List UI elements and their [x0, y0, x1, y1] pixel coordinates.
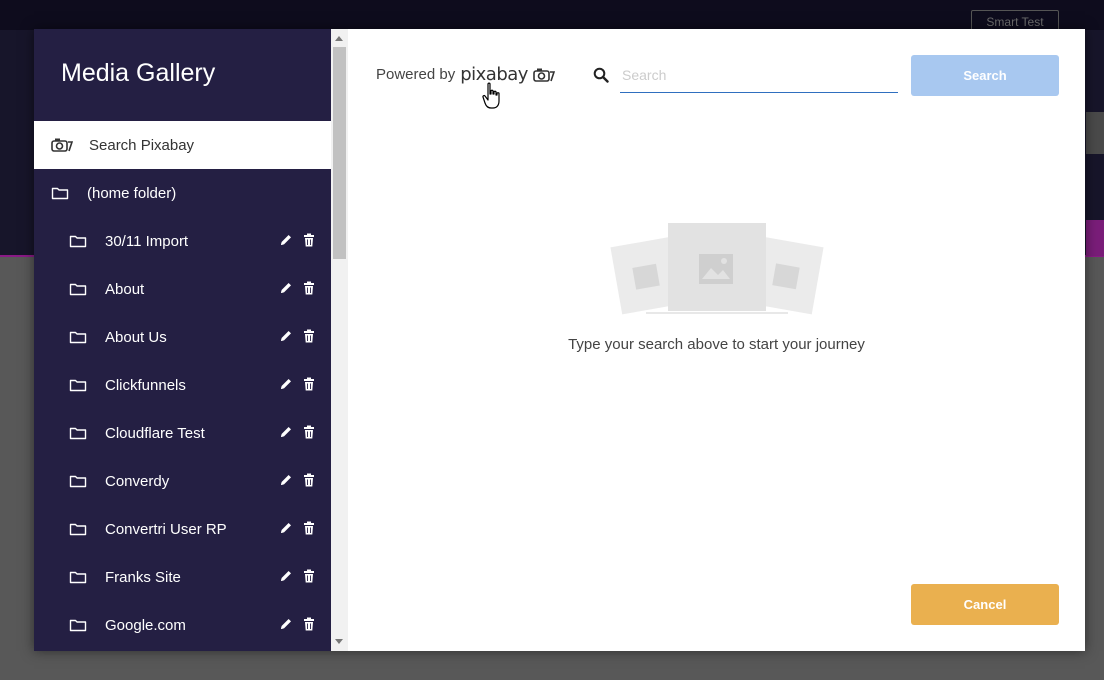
trash-icon[interactable]	[302, 569, 316, 583]
modal-title: Media Gallery	[61, 59, 216, 87]
folder-label: Google.com	[105, 616, 186, 634]
folder-item[interactable]: Converdy	[34, 457, 331, 505]
folder-actions	[279, 377, 316, 391]
folder-label: About	[105, 280, 145, 298]
trash-icon[interactable]	[302, 329, 316, 343]
folder-item[interactable]: Cloudflare Test	[34, 409, 331, 457]
image-placeholder-icon	[610, 223, 824, 315]
folder-actions	[279, 425, 316, 439]
camera-icon	[51, 137, 74, 153]
folder-icon	[69, 378, 87, 392]
folder-item[interactable]: 30/11 Import	[34, 217, 331, 265]
folder-label: Franks Site	[105, 568, 181, 586]
empty-state-message: Type your search above to start your jou…	[568, 336, 865, 353]
media-gallery-modal: Media Gallery Search Pixabay (home folder…	[34, 29, 1085, 651]
folder-icon	[69, 234, 87, 248]
powered-by: Powered by pixabay	[376, 64, 555, 85]
sidebar-item-home-folder[interactable]: (home folder)	[34, 169, 331, 217]
background-side-bar	[1086, 112, 1104, 154]
cancel-button[interactable]: Cancel	[911, 584, 1059, 625]
background-topbar	[0, 0, 1104, 30]
folder-actions	[279, 569, 316, 583]
folder-label: Converdy	[105, 472, 170, 490]
pencil-icon[interactable]	[279, 425, 293, 439]
folder-label: Cloudflare Test	[105, 424, 205, 442]
folder-icon	[69, 330, 87, 344]
folder-label: 30/11 Import	[105, 232, 189, 250]
search-input[interactable]	[620, 57, 898, 93]
folder-item[interactable]: About Us	[34, 313, 331, 361]
pencil-icon[interactable]	[279, 617, 293, 631]
pencil-icon[interactable]	[279, 521, 293, 535]
folder-icon	[69, 570, 87, 584]
folder-actions	[279, 473, 316, 487]
folder-actions	[279, 521, 316, 535]
scrollbar-thumb[interactable]	[333, 47, 346, 259]
folder-icon	[51, 186, 69, 200]
folder-item[interactable]: Convertri User RP	[34, 505, 331, 553]
folder-label: Search Pixabay	[89, 136, 195, 154]
trash-icon[interactable]	[302, 425, 316, 439]
folder-actions	[279, 281, 316, 295]
trash-icon[interactable]	[302, 233, 316, 247]
folder-icon	[69, 522, 87, 536]
pencil-icon[interactable]	[279, 377, 293, 391]
pencil-icon[interactable]	[279, 329, 293, 343]
scroll-down-arrow-icon[interactable]	[335, 639, 343, 644]
folder-icon	[69, 618, 87, 632]
folder-actions	[279, 617, 316, 631]
sidebar: Media Gallery Search Pixabay (home folder…	[34, 29, 331, 651]
folder-icon	[69, 426, 87, 440]
folder-label: About Us	[105, 328, 167, 346]
folder-icon	[69, 282, 87, 296]
camera-icon	[533, 68, 555, 82]
search-icon	[593, 67, 609, 83]
pencil-icon[interactable]	[279, 473, 293, 487]
folder-icon	[69, 474, 87, 488]
trash-icon[interactable]	[302, 473, 316, 487]
folder-item[interactable]: Clickfunnels	[34, 361, 331, 409]
folder-label: Clickfunnels	[105, 376, 186, 394]
folder-label: (home folder)	[87, 184, 177, 202]
folder-item[interactable]: Franks Site	[34, 553, 331, 601]
powered-by-label: Powered by	[376, 66, 456, 83]
pencil-icon[interactable]	[279, 569, 293, 583]
folder-item[interactable]: Google.com	[34, 601, 331, 649]
folder-actions	[279, 329, 316, 343]
sidebar-item-search-pixabay[interactable]: Search Pixabay	[34, 121, 331, 169]
search-button[interactable]: Search	[911, 55, 1059, 96]
background-side-tab	[1086, 220, 1104, 256]
pencil-icon[interactable]	[279, 281, 293, 295]
folder-item[interactable]: About	[34, 265, 331, 313]
hand-cursor-icon	[482, 82, 500, 109]
sidebar-scrollbar[interactable]	[331, 29, 348, 651]
trash-icon[interactable]	[302, 281, 316, 295]
pencil-icon[interactable]	[279, 233, 293, 247]
folder-actions	[279, 233, 316, 247]
trash-icon[interactable]	[302, 521, 316, 535]
main-content: Powered by pixabay Search Search Type yo…	[348, 29, 1085, 651]
trash-icon[interactable]	[302, 377, 316, 391]
folder-label: Convertri User RP	[105, 520, 227, 538]
scroll-up-arrow-icon[interactable]	[335, 36, 343, 41]
trash-icon[interactable]	[302, 617, 316, 631]
